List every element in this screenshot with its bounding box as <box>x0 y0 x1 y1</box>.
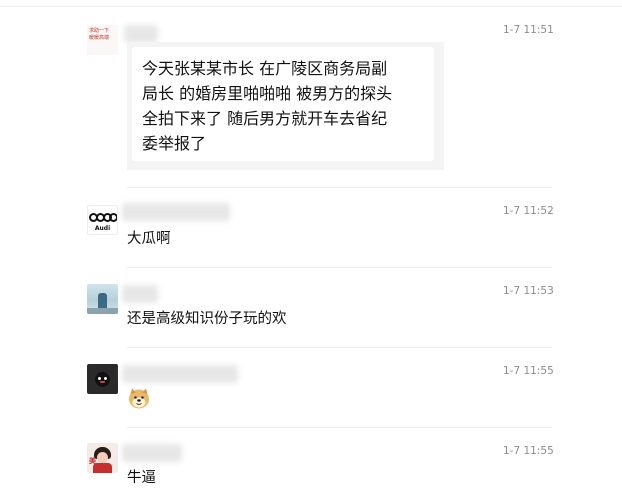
user-avatar[interactable]: 美 <box>87 443 118 473</box>
comment-text: 牛逼 <box>127 470 156 486</box>
username-redacted <box>122 444 182 462</box>
avatar-caption: 暖暖高端 <box>89 35 110 41</box>
comment-divider <box>127 187 552 188</box>
quote-text-line: 局长 的婚房里啪啪啪 被男方的探头 <box>142 84 393 103</box>
quote-text-line: 委举报了 <box>142 134 207 153</box>
username-redacted <box>122 365 238 383</box>
user-avatar[interactable] <box>87 284 118 314</box>
username-redacted <box>122 285 158 303</box>
user-avatar[interactable]: Audi <box>87 205 118 235</box>
comment-time: 1-7 11:55 <box>503 365 554 377</box>
comment-text: 大瓜啊 <box>127 231 171 247</box>
quoted-message-body: 今天张某某市长 在广陵区商务局副 局长 的婚房里啪啪啪 被男方的探头 全拍下来了… <box>132 47 434 161</box>
avatar-caption: 美 <box>89 457 96 465</box>
quoted-message-card[interactable]: 今天张某某市长 在广陵区商务局副 局长 的婚房里啪啪啪 被男方的探头 全拍下来了… <box>127 42 444 170</box>
bear-face-icon <box>95 372 110 387</box>
comment-time: 1-7 11:53 <box>503 285 554 297</box>
comment-divider <box>127 267 552 268</box>
doge-emoji-icon <box>129 388 149 409</box>
quote-text-line: 今天张某某市长 在广陵区商务局副 <box>142 59 388 78</box>
comment-time: 1-7 11:52 <box>503 205 554 217</box>
top-divider <box>0 6 622 7</box>
avatar-caption: 求助一下 <box>89 28 110 34</box>
user-avatar[interactable] <box>87 364 118 394</box>
comment-text: 还是高级知识份子玩的欢 <box>127 311 287 327</box>
photo-figure-icon <box>98 293 107 309</box>
user-avatar[interactable]: 求助一下 暖暖高端 <box>87 25 118 55</box>
comment-time: 1-7 11:51 <box>503 24 554 36</box>
comment-divider <box>127 347 552 348</box>
portrait-icon <box>97 452 108 463</box>
username-redacted <box>122 203 230 221</box>
comment-divider <box>127 427 552 428</box>
avatar-caption: Audi <box>94 225 111 232</box>
quote-text-line: 全拍下来了 随后男方就开车去省纪 <box>142 109 388 128</box>
comment-time: 1-7 11:55 <box>503 445 554 457</box>
username-redacted <box>124 25 158 43</box>
